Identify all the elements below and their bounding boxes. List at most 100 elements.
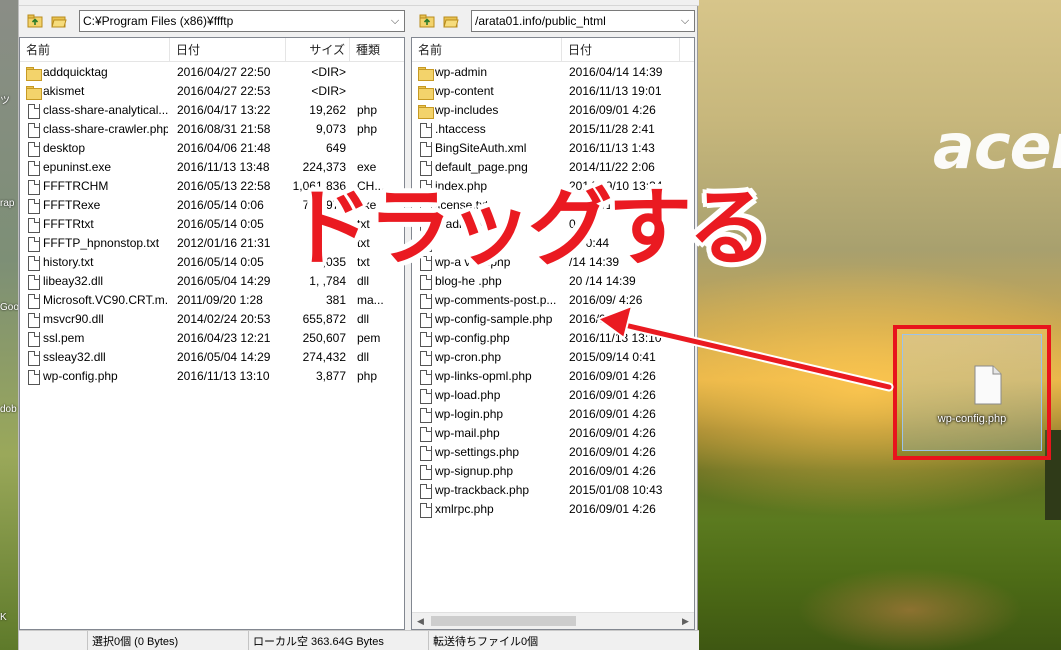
- table-row[interactable]: .htaccess 2015/11/28 2:41: [412, 120, 694, 139]
- file-name: Microsoft.VC90.CRT.m...: [43, 293, 168, 307]
- column-header-name[interactable]: 名前: [20, 38, 170, 62]
- table-row[interactable]: class-share-crawler.php 2016/08/31 21:58 9…: [20, 120, 404, 139]
- scrollbar-thumb[interactable]: [431, 616, 576, 626]
- desktop-icon-label[interactable]: Goo: [0, 302, 19, 313]
- file-name: default_page.png: [435, 160, 528, 174]
- remote-path-select[interactable]: /arata01.info/public_html ⌵: [471, 10, 695, 32]
- horizontal-scrollbar[interactable]: ◀ ▶: [412, 612, 694, 629]
- file-icon: [25, 293, 41, 309]
- remote-file-list[interactable]: 名前 日付 wp-admin 2016/04/14 14:39 wp-content…: [411, 37, 695, 630]
- table-row[interactable]: wp-trackback.php 2015/01/08 10:43: [412, 481, 694, 500]
- file-name: akismet: [43, 84, 85, 98]
- table-row[interactable]: wp-login.php 2016/09/01 4:26: [412, 405, 694, 424]
- desktop-icon-label[interactable]: K: [0, 612, 7, 623]
- desktop-icon-label[interactable]: dob: [0, 404, 17, 415]
- file-icon: [417, 407, 433, 423]
- folder-icon: [25, 65, 42, 81]
- file-icon: [25, 236, 41, 252]
- file-name: wp-load.php: [435, 388, 501, 402]
- file-size: 381: [325, 293, 346, 307]
- up-folder-button[interactable]: [417, 12, 437, 30]
- file-name: wp-cron.php: [435, 350, 502, 364]
- file-date: 2016/09/01 4:26: [569, 464, 656, 478]
- file-date: 2016/05/04 14:29: [177, 274, 271, 288]
- table-row[interactable]: wp-config-sample.php 2016/0: [412, 310, 694, 329]
- table-row[interactable]: epuninst.exe 2016/11/13 13:48 224,373 exe: [20, 158, 404, 177]
- folder-icon: [417, 103, 434, 119]
- table-row[interactable]: addquicktag 2016/04/27 22:50 <DIR>: [20, 63, 404, 82]
- table-row[interactable]: msvcr90.dll 2014/02/24 20:53 655,872 dll: [20, 310, 404, 329]
- table-row[interactable]: desktop 2016/04/06 21:48 649: [20, 139, 404, 158]
- table-row[interactable]: BingSiteAuth.xml 2016/11/13 1:43: [412, 139, 694, 158]
- table-row[interactable]: wp-comments-post.p... 2016/09/ 4:26: [412, 291, 694, 310]
- chevron-down-icon[interactable]: ⌵: [678, 11, 692, 31]
- chevron-down-icon[interactable]: ⌵: [388, 11, 402, 31]
- file-icon: [25, 103, 41, 119]
- status-queue: 転送待ちファイル0個: [428, 631, 698, 650]
- table-row[interactable]: ssl.pem 2016/04/23 12:21 250,607 pem: [20, 329, 404, 348]
- table-row[interactable]: wp-admin 2016/04/14 14:39: [412, 63, 694, 82]
- desktop-icon-label[interactable]: rap: [0, 198, 14, 209]
- table-row[interactable]: wp-signup.php 2016/09/01 4:26: [412, 462, 694, 481]
- file-date: 2016/09/01 4:26: [569, 445, 656, 459]
- file-date: 2016/11/13 13:48: [177, 160, 270, 174]
- open-folder-button[interactable]: [441, 12, 461, 30]
- file-name: class-share-crawler.php: [43, 122, 168, 136]
- file-name: BingSiteAuth.xml: [435, 141, 527, 155]
- open-folder-button[interactable]: [49, 12, 69, 30]
- status-blank: [19, 631, 87, 650]
- file-icon: [25, 160, 41, 176]
- file-name: wp-mail.php: [435, 426, 500, 440]
- scroll-right-icon[interactable]: ▶: [677, 613, 694, 629]
- up-folder-button[interactable]: [25, 12, 45, 30]
- table-row[interactable]: Microsoft.VC90.CRT.m... 2011/09/20 1:28 38…: [20, 291, 404, 310]
- column-header-date[interactable]: 日付: [562, 38, 680, 62]
- table-row[interactable]: wp-links-opml.php 2016/09/01 4:26: [412, 367, 694, 386]
- file-icon: [25, 312, 41, 328]
- file-name: wp-settings.php: [435, 445, 520, 459]
- desktop-icon-label[interactable]: ツ: [0, 92, 10, 107]
- table-row[interactable]: default_page.png 2014/11/22 2:06: [412, 158, 694, 177]
- dragged-file-highlight: wp-config.php: [893, 325, 1051, 460]
- file-icon: [417, 350, 433, 366]
- file-date: 2016/04/06 21:48: [177, 141, 271, 155]
- file-date: 2016/05/14 0:05: [177, 255, 264, 269]
- table-row[interactable]: wp-content 2016/11/13 19:01: [412, 82, 694, 101]
- scroll-left-icon[interactable]: ◀: [412, 613, 429, 629]
- table-row[interactable]: wp-config.php 2016/11/13 13:10: [412, 329, 694, 348]
- desktop-left-strip: ツ rap Goo dob K: [0, 0, 19, 650]
- local-pane: C:¥Program Files (x86)¥ffftp ⌵ 名前 日付 サイズ…: [19, 6, 407, 630]
- file-type: dll: [357, 350, 370, 364]
- table-row[interactable]: wp-load.php 2016/09/01 4:26: [412, 386, 694, 405]
- table-row[interactable]: wp-config.php 2016/11/13 13:10 3,877 php: [20, 367, 404, 386]
- file-icon: [417, 426, 433, 442]
- column-header-size[interactable]: サイズ: [286, 38, 350, 62]
- file-icon: [417, 122, 433, 138]
- file-name: msvcr90.dll: [43, 312, 104, 326]
- dragged-file-selection[interactable]: wp-config.php: [902, 334, 1042, 451]
- column-header-date[interactable]: 日付: [170, 38, 286, 62]
- file-date: 2016/04/27 22:50: [177, 65, 271, 79]
- file-icon: [25, 198, 41, 214]
- file-icon: [417, 160, 433, 176]
- table-row[interactable]: ssleay32.dll 2016/05/04 14:29 274,432 dll: [20, 348, 404, 367]
- remote-rows: wp-admin 2016/04/14 14:39 wp-content 2016/1…: [412, 63, 694, 519]
- file-date: 2012/01/16 21:31: [177, 236, 271, 250]
- column-header-name[interactable]: 名前: [412, 38, 562, 62]
- table-row[interactable]: akismet 2016/04/27 22:53 <DIR>: [20, 82, 404, 101]
- file-name: wp-admin: [435, 65, 488, 79]
- table-row[interactable]: wp-cron.php 2015/09/14 0:41: [412, 348, 694, 367]
- file-type: php: [357, 369, 378, 383]
- file-name: wp-config.php: [43, 369, 118, 383]
- table-row[interactable]: xmlrpc.php 2016/09/01 4:26: [412, 500, 694, 519]
- table-row[interactable]: wp-settings.php 2016/09/01 4:26: [412, 443, 694, 462]
- local-path-select[interactable]: C:¥Program Files (x86)¥ffftp ⌵: [79, 10, 405, 32]
- local-list-header: 名前 日付 サイズ 種類: [20, 38, 404, 62]
- folder-icon: [25, 84, 42, 100]
- column-header-type[interactable]: 種類: [350, 38, 404, 62]
- local-file-list[interactable]: 名前 日付 サイズ 種類 addquicktag 2016/04/27 22:50…: [19, 37, 405, 630]
- table-row[interactable]: wp-mail.php 2016/09/01 4:26: [412, 424, 694, 443]
- file-size: <DIR>: [311, 65, 346, 79]
- table-row[interactable]: class-share-analytical.... 2016/04/17 13:…: [20, 101, 404, 120]
- table-row[interactable]: wp-includes 2016/09/01 4:26: [412, 101, 694, 120]
